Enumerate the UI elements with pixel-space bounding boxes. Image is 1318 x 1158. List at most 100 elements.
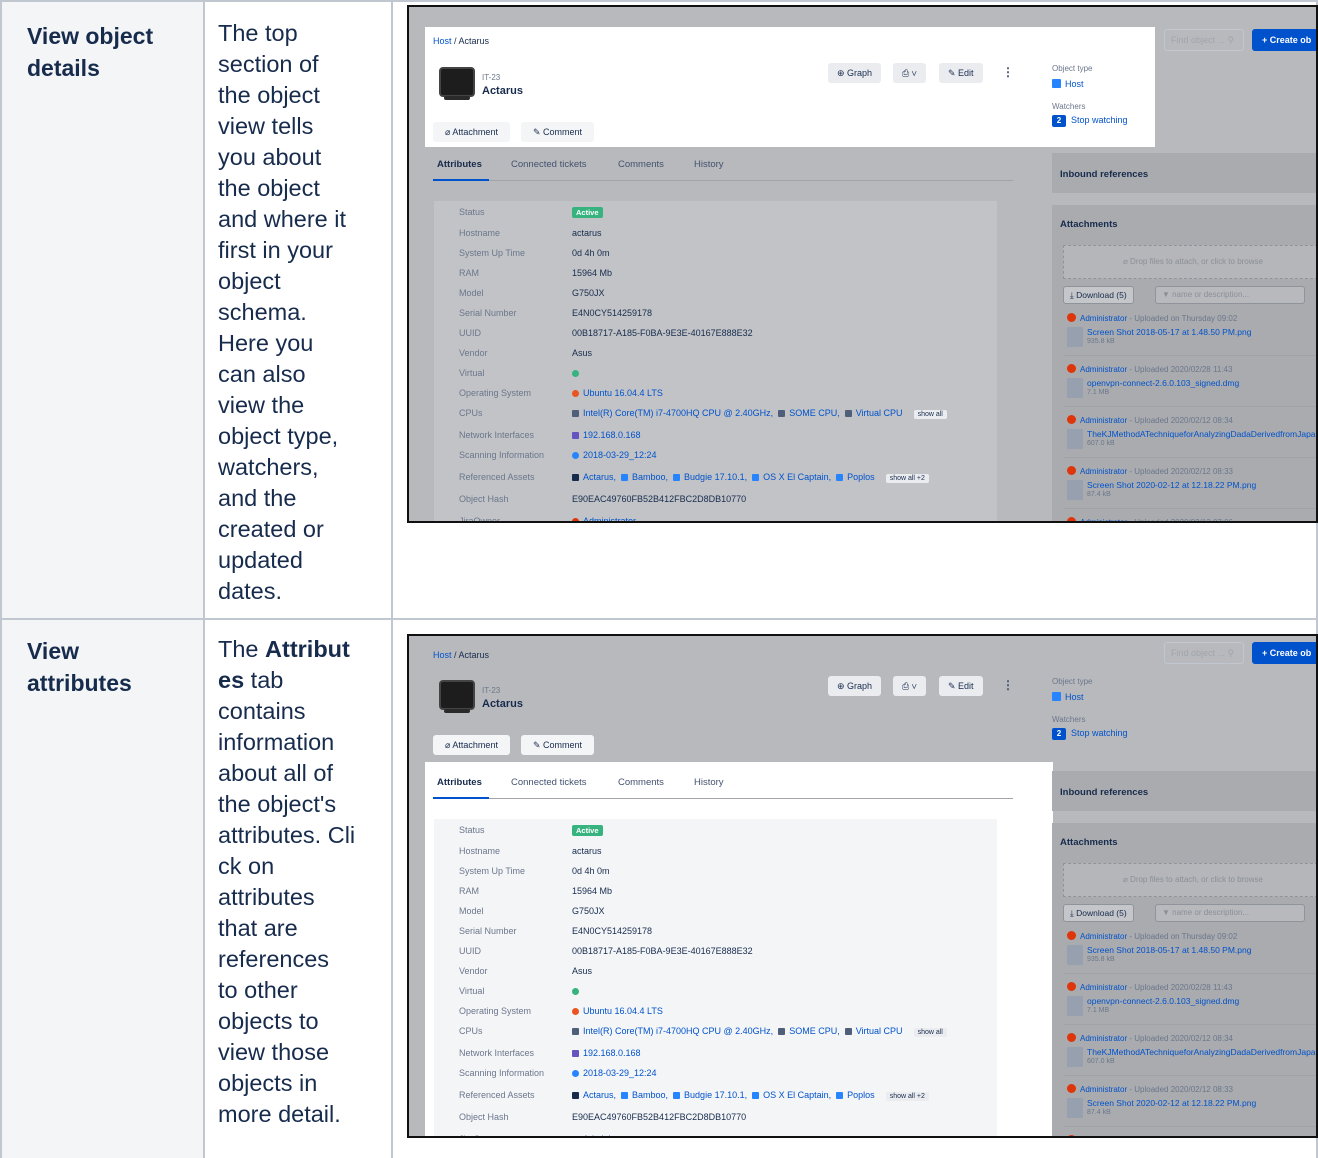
attr-value[interactable]: Administrator bbox=[572, 516, 636, 521]
comment-button[interactable]: ✎ Comment bbox=[521, 735, 595, 755]
asset-link[interactable]: Poplos bbox=[847, 472, 875, 482]
breadcrumb-host[interactable]: Host bbox=[433, 650, 452, 660]
attachment-file-link[interactable]: TheKJMethodATechniqueforAnalyzingDadaDer… bbox=[1087, 429, 1316, 439]
scan-icon bbox=[572, 452, 579, 459]
attr-link[interactable]: 2018-03-29_12:24 bbox=[583, 1068, 657, 1078]
tab-history[interactable]: History bbox=[694, 159, 724, 170]
attr-link[interactable]: 192.168.0.168 bbox=[583, 430, 641, 440]
attr-value[interactable]: 192.168.0.168 bbox=[572, 1048, 641, 1058]
upload-user[interactable]: Administrator bbox=[1080, 932, 1127, 941]
graph-button[interactable]: ⊕ Graph bbox=[828, 676, 882, 696]
attachment-file-link[interactable]: Screen Shot 2018-05-17 at 1.48.50 PM.png bbox=[1087, 327, 1251, 337]
asset-link[interactable]: OS X El Captain, bbox=[763, 472, 831, 482]
show-all-assets-button[interactable]: show all +2 bbox=[885, 474, 929, 483]
asset-link[interactable]: Bamboo, bbox=[632, 1090, 668, 1100]
upload-user[interactable]: Administrator bbox=[1080, 1085, 1127, 1094]
stop-watching-link[interactable]: 2 Stop watching bbox=[1052, 115, 1128, 127]
attr-link[interactable]: Administrator bbox=[583, 516, 636, 521]
attr-link[interactable]: 2018-03-29_12:24 bbox=[583, 450, 657, 460]
edit-button[interactable]: ✎ Edit bbox=[939, 676, 983, 696]
cpu-link[interactable]: SOME CPU, bbox=[789, 408, 840, 418]
file-icon bbox=[1067, 945, 1083, 965]
upload-user[interactable]: Administrator bbox=[1080, 518, 1127, 521]
graph-button[interactable]: ⊕ Graph bbox=[828, 63, 882, 83]
attr-value[interactable]: Ubuntu 16.04.4 LTS bbox=[572, 1006, 663, 1016]
upload-user[interactable]: Administrator bbox=[1080, 365, 1127, 374]
find-object-input[interactable]: Find object ... ⚲ bbox=[1164, 642, 1244, 664]
cpu-link[interactable]: Intel(R) Core(TM) i7-4700HQ CPU @ 2.40GH… bbox=[583, 1026, 773, 1036]
tab-connected-tickets[interactable]: Connected tickets bbox=[511, 777, 587, 788]
attachment-file-link[interactable]: Screen Shot 2020-02-12 at 12.18.22 PM.pn… bbox=[1087, 480, 1256, 490]
upload-user[interactable]: Administrator bbox=[1080, 416, 1127, 425]
filter-input[interactable]: ▼ name or description... bbox=[1155, 286, 1305, 304]
cpu-link[interactable]: Intel(R) Core(TM) i7-4700HQ CPU @ 2.40GH… bbox=[583, 408, 773, 418]
attr-value[interactable]: Intel(R) Core(TM) i7-4700HQ CPU @ 2.40GH… bbox=[572, 1026, 947, 1037]
asset-link[interactable]: Bamboo, bbox=[632, 472, 668, 482]
stop-watching-link[interactable]: 2 Stop watching bbox=[1052, 728, 1128, 740]
attr-value[interactable]: Administrator bbox=[572, 1134, 636, 1136]
attr-link[interactable]: 192.168.0.168 bbox=[583, 1048, 641, 1058]
object-type-value[interactable]: Host bbox=[1052, 79, 1084, 89]
attachment-button[interactable]: ⌀ Attachment bbox=[433, 735, 510, 755]
attr-value[interactable]: Ubuntu 16.04.4 LTS bbox=[572, 388, 663, 398]
download-button[interactable]: ⤓ Download (5) bbox=[1063, 904, 1134, 922]
filter-input[interactable]: ▼ name or description... bbox=[1155, 904, 1305, 922]
attachment-file-link[interactable]: TheKJMethodATechniqueforAnalyzingDadaDer… bbox=[1087, 1047, 1316, 1057]
drop-zone[interactable]: ⌀ Drop files to attach, or click to brow… bbox=[1063, 245, 1316, 279]
cpu-link[interactable]: Virtual CPU bbox=[856, 1026, 903, 1036]
asset-link[interactable]: Poplos bbox=[847, 1090, 875, 1100]
more-icon[interactable]: ⋮ bbox=[1002, 65, 1014, 79]
object-type-value[interactable]: Host bbox=[1052, 692, 1084, 702]
upload-user[interactable]: Administrator bbox=[1080, 1136, 1127, 1138]
show-all-button[interactable]: show all bbox=[913, 410, 947, 419]
attr-link[interactable]: Ubuntu 16.04.4 LTS bbox=[583, 1006, 663, 1016]
tab-connected-tickets[interactable]: Connected tickets bbox=[511, 159, 587, 170]
print-button[interactable]: ⎙ ∨ bbox=[893, 63, 926, 83]
attr-value[interactable]: 2018-03-29_12:24 bbox=[572, 450, 657, 460]
attachment-button[interactable]: ⌀ Attachment bbox=[433, 122, 510, 142]
asset-link[interactable]: Actarus, bbox=[583, 472, 616, 482]
more-icon[interactable]: ⋮ bbox=[1002, 678, 1014, 692]
attachment-file-link[interactable]: Screen Shot 2018-05-17 at 1.48.50 PM.png bbox=[1087, 945, 1251, 955]
attr-link[interactable]: Ubuntu 16.04.4 LTS bbox=[583, 388, 663, 398]
find-object-input[interactable]: Find object ... ⚲ bbox=[1164, 29, 1244, 51]
upload-user[interactable]: Administrator bbox=[1080, 314, 1127, 323]
asset-link[interactable]: Actarus, bbox=[583, 1090, 616, 1100]
upload-user[interactable]: Administrator bbox=[1080, 983, 1127, 992]
edit-button[interactable]: ✎ Edit bbox=[939, 63, 983, 83]
tab-comments[interactable]: Comments bbox=[618, 159, 664, 170]
tab-attributes[interactable]: Attributes bbox=[437, 777, 482, 788]
attr-value[interactable]: 192.168.0.168 bbox=[572, 430, 641, 440]
breadcrumb-host[interactable]: Host bbox=[433, 36, 452, 46]
row1-description: The top section of the object view tells you… bbox=[218, 18, 383, 607]
tab-attributes[interactable]: Attributes bbox=[437, 159, 482, 170]
upload-user[interactable]: Administrator bbox=[1080, 1034, 1127, 1043]
attachment-file-link[interactable]: Screen Shot 2020-02-12 at 12.18.22 PM.pn… bbox=[1087, 1098, 1256, 1108]
file-icon bbox=[1067, 1098, 1083, 1118]
user-avatar-icon bbox=[1067, 1135, 1076, 1136]
attachment-file-link[interactable]: openvpn-connect-2.6.0.103_signed.dmg bbox=[1087, 996, 1239, 1006]
create-object-button[interactable]: + Create ob bbox=[1252, 29, 1316, 51]
desc-line: schema. bbox=[218, 299, 307, 325]
asset-link[interactable]: Budgie 17.10.1, bbox=[684, 1090, 747, 1100]
print-button[interactable]: ⎙ ∨ bbox=[893, 676, 926, 696]
drop-zone[interactable]: ⌀ Drop files to attach, or click to brow… bbox=[1063, 863, 1316, 897]
create-object-button[interactable]: + Create ob bbox=[1252, 642, 1316, 664]
attr-value[interactable]: Actarus, Bamboo, Budgie 17.10.1, OS X El Ca… bbox=[572, 472, 929, 483]
attr-value[interactable]: 2018-03-29_12:24 bbox=[572, 1068, 657, 1078]
attachment-file-link[interactable]: openvpn-connect-2.6.0.103_signed.dmg bbox=[1087, 378, 1239, 388]
asset-link[interactable]: Budgie 17.10.1, bbox=[684, 472, 747, 482]
attr-value[interactable]: Intel(R) Core(TM) i7-4700HQ CPU @ 2.40GH… bbox=[572, 408, 947, 419]
cpu-link[interactable]: SOME CPU, bbox=[789, 1026, 840, 1036]
upload-user[interactable]: Administrator bbox=[1080, 467, 1127, 476]
tab-comments[interactable]: Comments bbox=[618, 777, 664, 788]
show-all-assets-button[interactable]: show all +2 bbox=[885, 1092, 929, 1101]
attr-value[interactable]: Actarus, Bamboo, Budgie 17.10.1, OS X El Ca… bbox=[572, 1090, 929, 1101]
download-button[interactable]: ⤓ Download (5) bbox=[1063, 286, 1134, 304]
asset-link[interactable]: OS X El Captain, bbox=[763, 1090, 831, 1100]
cpu-link[interactable]: Virtual CPU bbox=[856, 408, 903, 418]
attr-link[interactable]: Administrator bbox=[583, 1134, 636, 1136]
show-all-button[interactable]: show all bbox=[913, 1028, 947, 1037]
tab-history[interactable]: History bbox=[694, 777, 724, 788]
comment-button[interactable]: ✎ Comment bbox=[521, 122, 595, 142]
